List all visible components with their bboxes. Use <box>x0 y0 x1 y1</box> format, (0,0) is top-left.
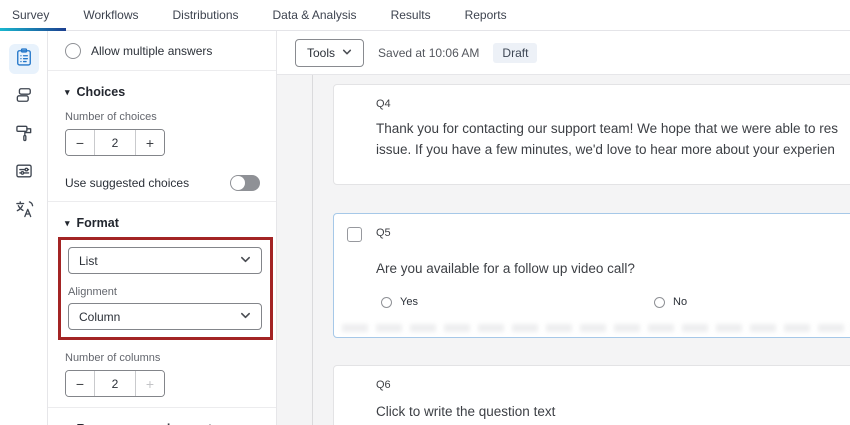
question-settings-panel: Allow multiple answers ▾ Choices Number … <box>48 31 277 425</box>
tools-button[interactable]: Tools <box>295 39 364 67</box>
question-text: Click to write the question text <box>376 404 555 419</box>
answer-option-label: No <box>673 296 687 308</box>
use-suggested-choices-row: Use suggested choices <box>65 175 260 191</box>
translate-icon <box>14 199 34 224</box>
decrease-choices-button[interactable]: − <box>66 130 95 155</box>
sidebar-item-translations[interactable] <box>9 196 39 226</box>
tools-button-label: Tools <box>307 46 335 60</box>
paint-roller-icon <box>14 123 34 148</box>
use-suggested-choices-label: Use suggested choices <box>65 176 189 190</box>
decrease-columns-button[interactable]: − <box>66 371 95 396</box>
question-text-line1: Thank you for contacting our support tea… <box>376 118 838 139</box>
format-type-select[interactable]: List <box>68 247 262 274</box>
clipboard-list-icon <box>14 47 34 72</box>
sliders-icon <box>14 161 34 186</box>
number-of-columns-label: Number of columns <box>65 352 276 364</box>
survey-canvas: Q4 Thank you for contacting our support … <box>277 75 850 425</box>
answer-option-label: Yes <box>400 296 418 308</box>
top-nav: Survey Workflows Distributions Data & An… <box>0 0 850 31</box>
use-suggested-choices-toggle[interactable] <box>230 175 260 191</box>
number-of-choices-label: Number of choices <box>65 111 276 123</box>
sidebar-item-look-and-feel[interactable] <box>9 120 39 150</box>
answer-option-yes: Yes <box>381 296 418 308</box>
collapse-caret-icon: ▾ <box>65 87 70 98</box>
question-card-q6[interactable]: Q6 Click to write the question text <box>333 365 850 425</box>
alignment-label: Alignment <box>68 286 263 298</box>
tab-data-analysis[interactable]: Data & Analysis <box>256 0 374 30</box>
question-card-q5-selected[interactable]: Q5 Are you available for a follow up vid… <box>333 213 850 338</box>
number-of-choices-value: 2 <box>95 130 135 155</box>
editor-toolbar: Tools Saved at 10:06 AM Draft <box>277 31 850 75</box>
increase-choices-button[interactable]: + <box>135 130 164 155</box>
sidebar-item-blocks[interactable] <box>9 82 39 112</box>
chevron-down-icon <box>240 310 251 324</box>
blocks-icon <box>14 85 34 110</box>
toggle-knob <box>231 176 245 190</box>
sidebar-item-survey-options[interactable] <box>9 158 39 188</box>
allow-multiple-answers-label: Allow multiple answers <box>91 44 212 58</box>
blurred-content-strip <box>342 324 850 332</box>
question-card-q4[interactable]: Q4 Thank you for contacting our support … <box>333 84 850 185</box>
format-section-header[interactable]: ▾ Format <box>65 216 276 230</box>
increase-columns-button-disabled[interactable]: + <box>135 371 164 396</box>
chevron-down-icon <box>342 46 352 60</box>
question-text: Thank you for contacting our support tea… <box>376 118 838 160</box>
radio-button[interactable] <box>654 297 665 308</box>
allow-multiple-answers-toggle[interactable] <box>65 43 81 59</box>
panel-divider <box>48 70 276 71</box>
icon-sidebar <box>0 31 48 425</box>
survey-editor-app: Survey Workflows Distributions Data & An… <box>0 0 850 425</box>
tab-reports[interactable]: Reports <box>448 0 524 30</box>
allow-multiple-answers-row: Allow multiple answers <box>48 31 276 70</box>
question-text-line2: issue. If you have a few minutes, we'd l… <box>376 139 838 160</box>
sidebar-item-survey-builder[interactable] <box>9 44 39 74</box>
scrollbar-track[interactable] <box>312 75 313 425</box>
number-of-columns-stepper: − 2 + <box>65 370 165 397</box>
chevron-down-icon <box>240 254 251 268</box>
question-id: Q5 <box>376 227 391 239</box>
collapse-caret-icon: ▾ <box>65 218 70 229</box>
format-section-title: Format <box>77 216 119 230</box>
question-id: Q6 <box>376 379 391 391</box>
format-type-value: List <box>79 254 98 268</box>
panel-divider <box>48 407 276 408</box>
answer-option-no: No <box>654 296 687 308</box>
save-status-text: Saved at 10:06 AM <box>378 46 479 60</box>
draft-status-badge: Draft <box>493 43 537 63</box>
tab-results[interactable]: Results <box>374 0 448 30</box>
tab-workflows[interactable]: Workflows <box>66 0 155 30</box>
choices-section-header[interactable]: ▾ Choices <box>65 85 276 99</box>
question-select-checkbox[interactable] <box>347 227 362 242</box>
panel-divider <box>48 201 276 202</box>
alignment-select[interactable]: Column <box>68 303 262 330</box>
tab-distributions[interactable]: Distributions <box>155 0 255 30</box>
alignment-value: Column <box>79 310 120 324</box>
question-text: Are you available for a follow up video … <box>376 261 635 276</box>
highlight-annotation-box: List Alignment Column <box>58 237 273 340</box>
number-of-choices-stepper: − 2 + <box>65 129 165 156</box>
tab-survey[interactable]: Survey <box>0 0 66 30</box>
question-id: Q4 <box>376 98 391 110</box>
number-of-columns-value: 2 <box>95 371 135 396</box>
choices-section-title: Choices <box>77 85 126 99</box>
radio-button[interactable] <box>381 297 392 308</box>
